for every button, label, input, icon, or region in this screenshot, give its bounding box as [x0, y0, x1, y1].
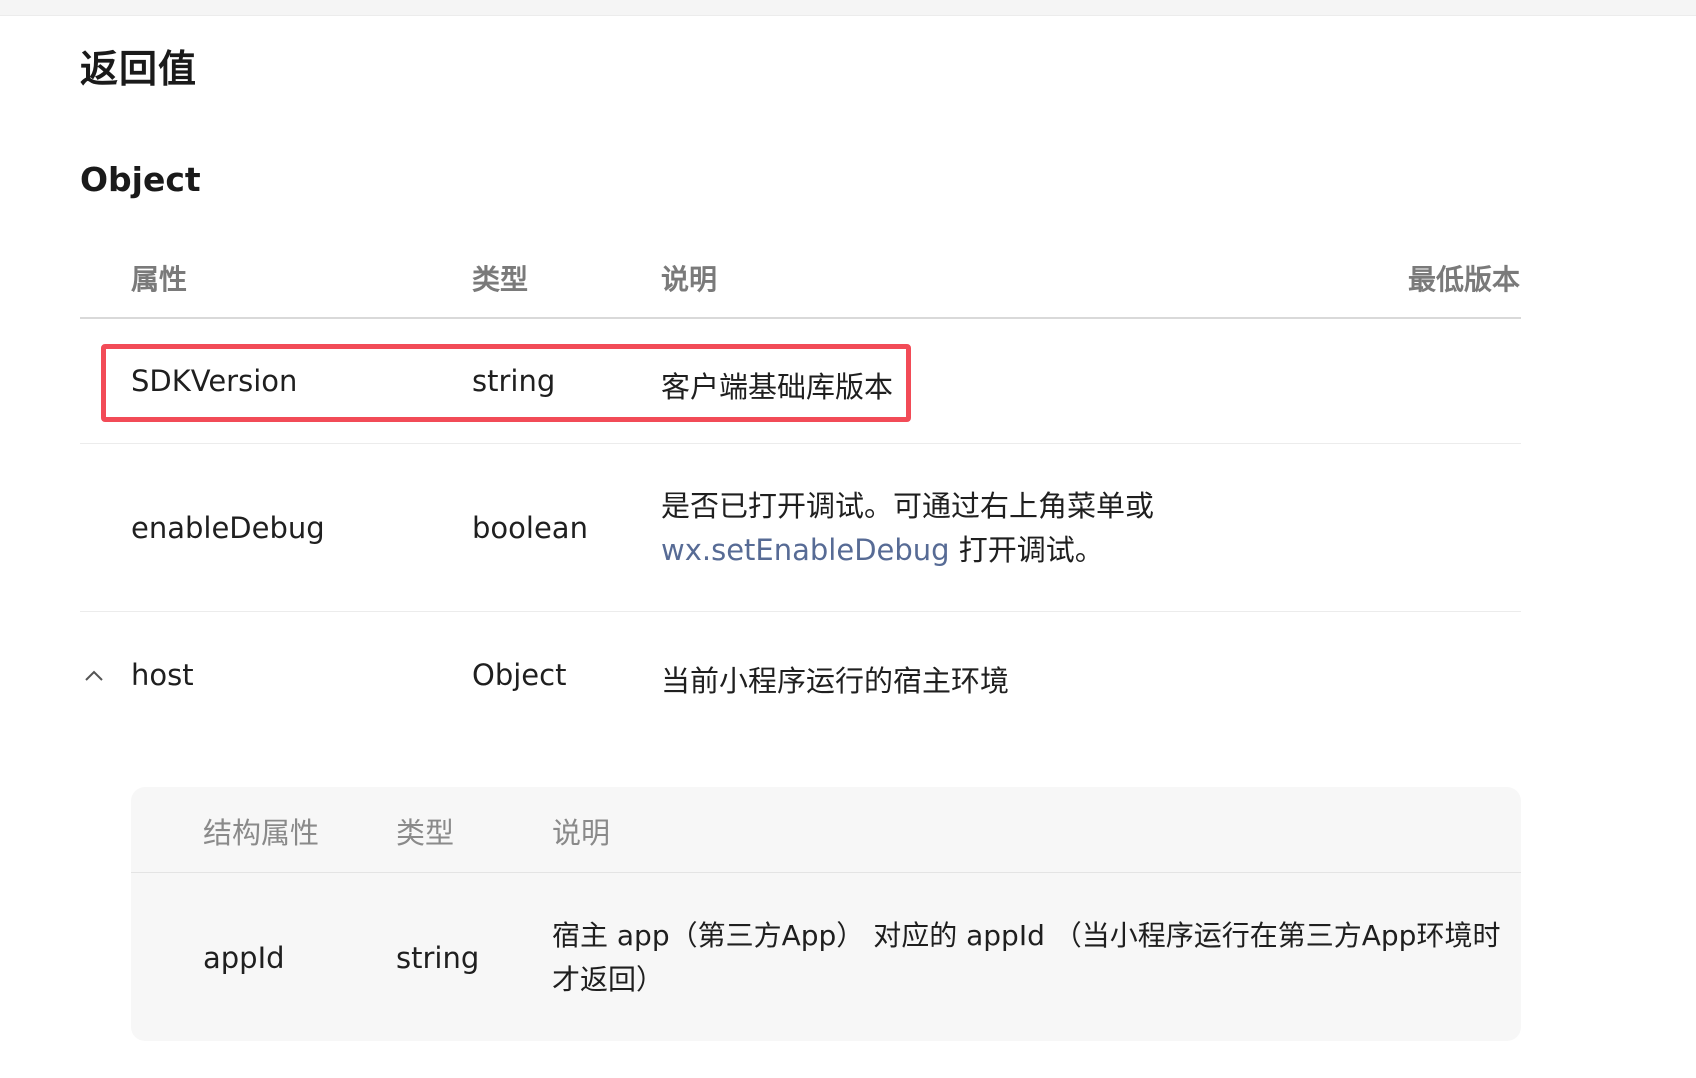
set-enable-debug-link[interactable]: wx.setEnableDebug	[661, 533, 950, 567]
sub-header-property: 结构属性	[203, 816, 320, 850]
row-enabledebug-property: enableDebug	[131, 511, 325, 545]
row-enabledebug-description: 是否已打开调试。可通过右上角菜单或 wx.setEnableDebug 打开调试…	[661, 484, 1481, 572]
row-divider	[80, 611, 1521, 612]
header-property: 属性	[131, 263, 188, 296]
enabledebug-desc-line2: 打开调试。	[949, 533, 1104, 567]
sub-header-description: 说明	[552, 816, 611, 850]
row-sdkversion-type: string	[472, 364, 556, 398]
row-host-type: Object	[472, 658, 567, 692]
section-title: 返回值	[80, 47, 198, 91]
chevron-up-icon[interactable]	[82, 664, 106, 688]
row-host-property: host	[131, 658, 194, 692]
sub-header-type: 类型	[396, 816, 455, 850]
sub-row-appid-type: string	[396, 941, 480, 975]
header-divider	[80, 317, 1521, 319]
header-min-version: 最低版本	[1408, 263, 1521, 296]
appid-desc-line1: 宿主 app（第三方App） 对应的 appId （当小程序运行在第三方App环…	[552, 919, 1501, 952]
sub-row-appid-property: appId	[203, 941, 285, 975]
row-host-description: 当前小程序运行的宿主环境	[661, 664, 1010, 698]
object-title: Object	[80, 160, 201, 199]
top-strip	[0, 0, 1696, 16]
row-divider	[80, 443, 1521, 444]
enabledebug-desc-line1: 是否已打开调试。可通过右上角菜单或	[661, 489, 1155, 523]
appid-desc-line2: 才返回）	[552, 963, 665, 996]
sub-row-appid-description: 宿主 app（第三方App） 对应的 appId （当小程序运行在第三方App环…	[552, 914, 1512, 1002]
row-sdkversion-property: SDKVersion	[131, 364, 298, 398]
header-type: 类型	[472, 263, 529, 296]
header-description: 说明	[661, 263, 718, 296]
row-enabledebug-type: boolean	[472, 511, 588, 545]
row-sdkversion-description: 客户端基础库版本	[661, 370, 894, 404]
sub-header-divider	[131, 872, 1521, 873]
